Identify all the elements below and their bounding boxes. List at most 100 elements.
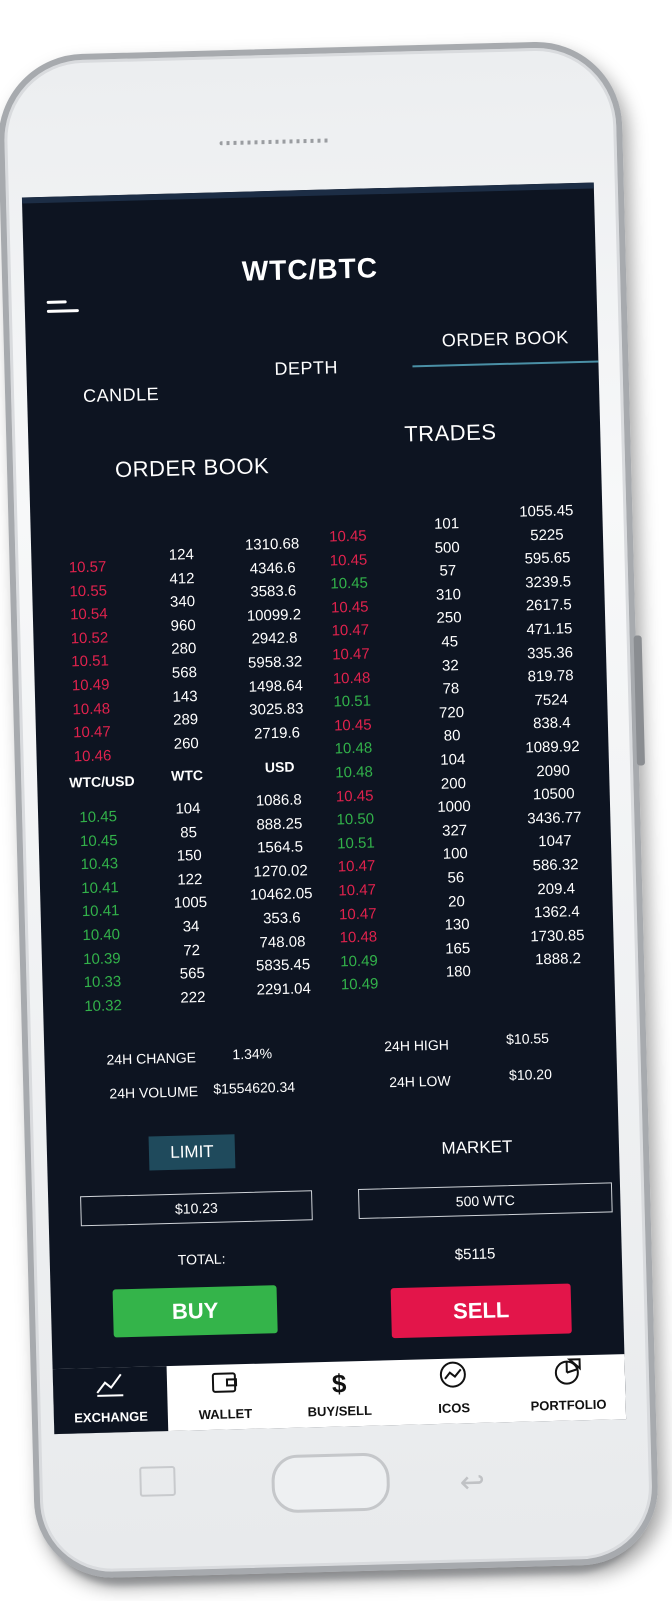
- recent-apps-button[interactable]: [139, 1465, 176, 1497]
- wallet-icon: [167, 1363, 282, 1406]
- back-icon[interactable]: ↩: [459, 1465, 485, 1501]
- bid-usd: 1086.8: [255, 791, 302, 810]
- trade-amount: 20: [447, 892, 466, 911]
- high-label: 24H HIGH: [384, 1036, 450, 1055]
- bid-wtc: 34: [182, 918, 200, 936]
- trade-total: 1888.2: [534, 950, 582, 969]
- bid-usd: 10462.05: [249, 885, 313, 905]
- ask-usd-column: 1310.68 4346.6 3583.6 10099.2 2942.8 5958.32 1…: [227, 532, 323, 747]
- trade-amount: 180: [445, 963, 472, 981]
- ask-price: 10.54: [69, 605, 108, 624]
- trade-amount: 56: [447, 869, 465, 887]
- ask-usd: 2942.8: [251, 629, 298, 648]
- ask-price: 10.49: [71, 676, 110, 695]
- ask-price: 10.47: [72, 723, 111, 742]
- trade-price: 10.47: [338, 881, 377, 900]
- nav-label: EXCHANGE: [74, 1408, 149, 1426]
- order-book-heading: ORDER BOOK: [114, 453, 270, 483]
- nav-label: WALLET: [198, 1405, 253, 1423]
- trade-amount: 327: [441, 821, 468, 840]
- trade-amount: 45: [441, 633, 459, 651]
- trade-amount: 500: [434, 538, 460, 557]
- trade-total: 819.78: [527, 667, 574, 686]
- low-value: $10.20: [508, 1065, 553, 1084]
- bid-price: 10.45: [79, 831, 118, 850]
- ask-price: 10.52: [70, 629, 109, 648]
- trade-price: 10.49: [340, 975, 379, 994]
- trade-total-column: 1055.45 5225 595.65 3239.5 2617.5 471.15 335.3…: [506, 499, 598, 973]
- ask-usd: 1310.68: [244, 535, 300, 554]
- trade-price: 10.49: [340, 952, 379, 971]
- trade-total: 1047: [538, 832, 572, 851]
- low-label: 24H LOW: [388, 1072, 451, 1091]
- trade-amount: 130: [444, 916, 470, 934]
- trade-price: 10.48: [332, 669, 371, 688]
- trade-total: 471.15: [526, 620, 573, 639]
- nav-icos[interactable]: ICOS: [396, 1357, 512, 1434]
- volume-label: 24H VOLUME: [109, 1083, 199, 1102]
- menu-icon[interactable]: [46, 296, 82, 317]
- bottom-nav: EXCHANGE WALLET $ BUY/SELL ICOS PORTFOLI…: [52, 1354, 627, 1435]
- bid-price: 10.41: [81, 878, 120, 897]
- trade-price-column: 10.45 10.45 10.45 10.45 10.47 10.47 10.48 10.51…: [321, 524, 387, 997]
- ask-wtc-column: 124 412 340 960 280 568 143 289 260: [151, 543, 217, 757]
- buy-button[interactable]: BUY: [112, 1285, 278, 1338]
- bid-wtc: 565: [179, 965, 206, 983]
- amount-input[interactable]: 500 WTC: [357, 1182, 613, 1220]
- limit-button[interactable]: LIMIT: [148, 1134, 236, 1171]
- trade-amount: 200: [440, 774, 467, 793]
- tab-order-book[interactable]: ORDER BOOK: [442, 327, 570, 351]
- trade-price: 10.51: [336, 834, 375, 853]
- status-strip: [21, 182, 594, 204]
- ask-wtc: 412: [169, 569, 195, 588]
- tab-candle[interactable]: CANDLE: [83, 384, 160, 407]
- trade-price: 10.45: [333, 716, 372, 735]
- bid-price-column: 10.45 10.45 10.43 10.41 10.41 10.40 10.39 10.33…: [72, 805, 130, 1019]
- trade-amount: 165: [444, 939, 471, 958]
- trade-amount: 1000: [437, 798, 471, 816]
- nav-exchange[interactable]: EXCHANGE: [52, 1366, 169, 1435]
- trade-total: 1730.85: [530, 926, 585, 946]
- trade-total: 3436.77: [527, 808, 582, 828]
- bid-price: 10.33: [83, 973, 122, 992]
- home-button[interactable]: [270, 1452, 391, 1514]
- trade-total: 1362.4: [533, 903, 580, 922]
- trade-price: 10.47: [338, 904, 377, 923]
- tab-depth[interactable]: DEPTH: [274, 357, 338, 380]
- trade-amount: 80: [443, 727, 461, 745]
- ask-usd: 5958.32: [247, 653, 303, 672]
- trade-total: 838.4: [532, 714, 571, 733]
- trade-price: 10.45: [328, 527, 367, 546]
- app-screen: WTC/BTC CANDLE DEPTH ORDER BOOK ORDER BO…: [21, 182, 627, 1435]
- bid-price: 10.39: [82, 949, 121, 968]
- ask-wtc: 280: [171, 640, 197, 659]
- trade-price: 10.48: [335, 763, 374, 782]
- nav-portfolio[interactable]: PORTFOLIO: [510, 1354, 626, 1431]
- trade-amount-column: 101 500 57 310 250 45 32 78 720 80 104 200 1000 327 10…: [422, 512, 482, 985]
- sell-button[interactable]: SELL: [390, 1283, 572, 1339]
- bid-wtc: 122: [177, 870, 203, 889]
- nav-buy-sell[interactable]: $ BUY/SELL: [281, 1360, 397, 1434]
- ask-usd: 3583.6: [250, 582, 297, 601]
- ask-price: 10.51: [71, 652, 110, 671]
- trade-amount: 250: [436, 609, 462, 628]
- market-button[interactable]: MARKET: [427, 1130, 528, 1167]
- price-input[interactable]: $10.23: [80, 1190, 313, 1227]
- bid-wtc: 72: [183, 941, 201, 960]
- trade-total: 10500: [532, 785, 575, 804]
- bid-usd-column: 1086.8 888.25 1564.5 1270.02 10462.05 353.6 74…: [234, 788, 330, 1003]
- trade-price: 10.48: [339, 928, 378, 947]
- nav-wallet[interactable]: WALLET: [167, 1363, 283, 1434]
- trade-price: 10.45: [330, 574, 369, 593]
- trade-total: 2090: [536, 761, 571, 780]
- trade-price: 10.45: [329, 551, 368, 570]
- ask-price-column: 10.57 10.55 10.54 10.52 10.51 10.49 10.48 10.47…: [61, 555, 119, 769]
- trade-amount: 32: [441, 656, 459, 675]
- nav-label: BUY/SELL: [307, 1402, 373, 1420]
- ask-wtc: 124: [168, 546, 195, 564]
- side-button[interactable]: [633, 635, 645, 766]
- trade-amount: 310: [435, 585, 462, 604]
- page-title: WTC/BTC: [241, 252, 379, 287]
- nav-label: ICOS: [438, 1400, 471, 1417]
- trade-price: 10.48: [334, 739, 373, 758]
